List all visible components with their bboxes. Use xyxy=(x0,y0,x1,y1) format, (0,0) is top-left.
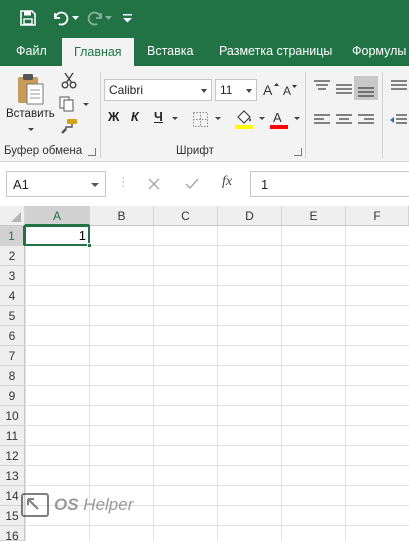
tab-page-layout[interactable]: Разметка страницы xyxy=(219,36,332,66)
insert-function-button[interactable]: fx xyxy=(222,174,232,190)
row-header[interactable]: 6 xyxy=(0,326,25,346)
svg-text:A: A xyxy=(263,82,273,97)
row-header[interactable]: 9 xyxy=(0,386,25,406)
ribbon: Вставить Буфер обмена Calibri 11 A A Ж К… xyxy=(0,66,409,162)
fill-color-dropdown-icon[interactable] xyxy=(259,117,265,120)
select-all-button[interactable] xyxy=(0,206,25,226)
undo-icon[interactable] xyxy=(50,8,70,28)
bold-button[interactable]: Ж xyxy=(108,110,119,124)
undo-dropdown-icon[interactable] xyxy=(70,8,80,28)
tab-home[interactable]: Главная xyxy=(62,38,134,66)
increase-font-size-icon[interactable]: A xyxy=(263,81,279,100)
align-right-icon[interactable] xyxy=(358,114,374,129)
align-bottom-button[interactable] xyxy=(354,76,378,100)
column-header-c[interactable]: C xyxy=(154,206,218,226)
align-bottom-icon xyxy=(358,87,374,97)
select-all-icon xyxy=(11,212,21,222)
align-left-icon[interactable] xyxy=(314,114,330,129)
font-size-value: 11 xyxy=(220,83,233,97)
formula-input[interactable]: 1 xyxy=(250,171,409,197)
decrease-indent-icon[interactable] xyxy=(389,114,407,129)
active-cell-border xyxy=(24,225,90,246)
font-name-combo[interactable]: Calibri xyxy=(104,79,212,101)
wrap-text-icon[interactable] xyxy=(391,80,407,95)
redo-dropdown-icon[interactable] xyxy=(104,8,112,28)
row-header[interactable]: 12 xyxy=(0,446,25,466)
font-color-swatch xyxy=(270,125,288,129)
row-header[interactable]: 10 xyxy=(0,406,25,426)
group-divider xyxy=(100,72,101,158)
borders-dropdown-icon[interactable] xyxy=(215,117,221,120)
row-header[interactable]: 1 xyxy=(0,226,25,246)
formula-input-value: 1 xyxy=(261,177,269,192)
clipboard-group-label: Буфер обмена xyxy=(4,145,83,157)
tab-insert[interactable]: Вставка xyxy=(147,36,193,66)
title-bar xyxy=(0,0,409,36)
group-divider xyxy=(305,72,306,158)
borders-icon[interactable] xyxy=(193,112,208,130)
watermark-logo-icon xyxy=(21,493,49,517)
font-dialog-launcher-icon[interactable] xyxy=(294,148,302,156)
font-group-label: Шрифт xyxy=(176,145,214,157)
fill-color-icon[interactable] xyxy=(235,109,253,132)
paste-icon[interactable] xyxy=(16,72,46,109)
group-divider xyxy=(382,72,383,158)
row-header[interactable]: 4 xyxy=(0,286,25,306)
underline-button[interactable]: Ч xyxy=(154,110,163,124)
row-header[interactable]: 3 xyxy=(0,266,25,286)
font-color-icon[interactable]: A xyxy=(270,109,288,132)
align-top-icon[interactable] xyxy=(314,80,330,95)
name-box[interactable]: A1 xyxy=(6,171,106,197)
name-box-value: A1 xyxy=(13,177,29,192)
font-color-dropdown-icon[interactable] xyxy=(294,117,300,120)
row-header[interactable]: 2 xyxy=(0,246,25,266)
watermark-text-a: OS xyxy=(54,495,79,514)
chevron-down-icon[interactable] xyxy=(246,89,252,93)
font-name-value: Calibri xyxy=(109,83,144,97)
tab-formulas[interactable]: Формулы xyxy=(352,36,406,66)
chevron-down-icon[interactable] xyxy=(201,89,207,93)
row-header[interactable]: 7 xyxy=(0,346,25,366)
column-header-d[interactable]: D xyxy=(218,206,282,226)
column-header-b[interactable]: B xyxy=(90,206,154,226)
watermark: OS Helper xyxy=(54,495,133,515)
row-header[interactable]: 5 xyxy=(0,306,25,326)
italic-button[interactable]: К xyxy=(131,110,139,124)
row-header[interactable]: 11 xyxy=(0,426,25,446)
align-center-icon[interactable] xyxy=(336,114,352,129)
row-header[interactable]: 8 xyxy=(0,366,25,386)
customize-qat-icon[interactable] xyxy=(121,8,133,28)
chevron-down-icon[interactable] xyxy=(91,183,99,187)
row-header[interactable]: 13 xyxy=(0,466,25,486)
column-header-f[interactable]: F xyxy=(346,206,409,226)
svg-text:A: A xyxy=(283,84,291,98)
format-painter-icon[interactable] xyxy=(60,118,78,137)
copy-dropdown-icon[interactable] xyxy=(83,103,89,106)
cell-grid[interactable] xyxy=(25,226,409,541)
ribbon-tabs: Файл Главная Вставка Разметка страницы Ф… xyxy=(0,36,409,66)
paste-button[interactable]: Вставить xyxy=(6,108,55,120)
redo-icon[interactable] xyxy=(86,8,106,28)
watermark-text-b: Helper xyxy=(83,495,134,514)
underline-dropdown-icon[interactable] xyxy=(172,117,178,120)
decrease-font-size-icon[interactable]: A xyxy=(283,83,299,102)
font-size-combo[interactable]: 11 xyxy=(215,79,257,101)
formula-bar: A1 ⋮ fx 1 xyxy=(0,162,409,206)
copy-icon[interactable] xyxy=(59,96,75,115)
clipboard-dialog-launcher-icon[interactable] xyxy=(88,148,96,156)
tab-file[interactable]: Файл xyxy=(16,36,47,66)
paste-dropdown-icon[interactable] xyxy=(28,128,34,131)
column-header-e[interactable]: E xyxy=(282,206,346,226)
svg-text:A: A xyxy=(273,110,282,125)
save-icon[interactable] xyxy=(18,8,38,28)
cancel-icon[interactable] xyxy=(148,178,160,193)
formula-bar-splitter-icon[interactable]: ⋮ xyxy=(117,174,130,190)
align-middle-icon[interactable] xyxy=(336,84,352,99)
row-header[interactable]: 16 xyxy=(0,526,25,541)
fill-color-swatch xyxy=(235,125,253,129)
column-header-a[interactable]: A xyxy=(25,206,90,226)
fill-handle[interactable] xyxy=(87,243,92,248)
cut-icon[interactable] xyxy=(61,72,77,92)
enter-icon[interactable] xyxy=(185,178,199,193)
